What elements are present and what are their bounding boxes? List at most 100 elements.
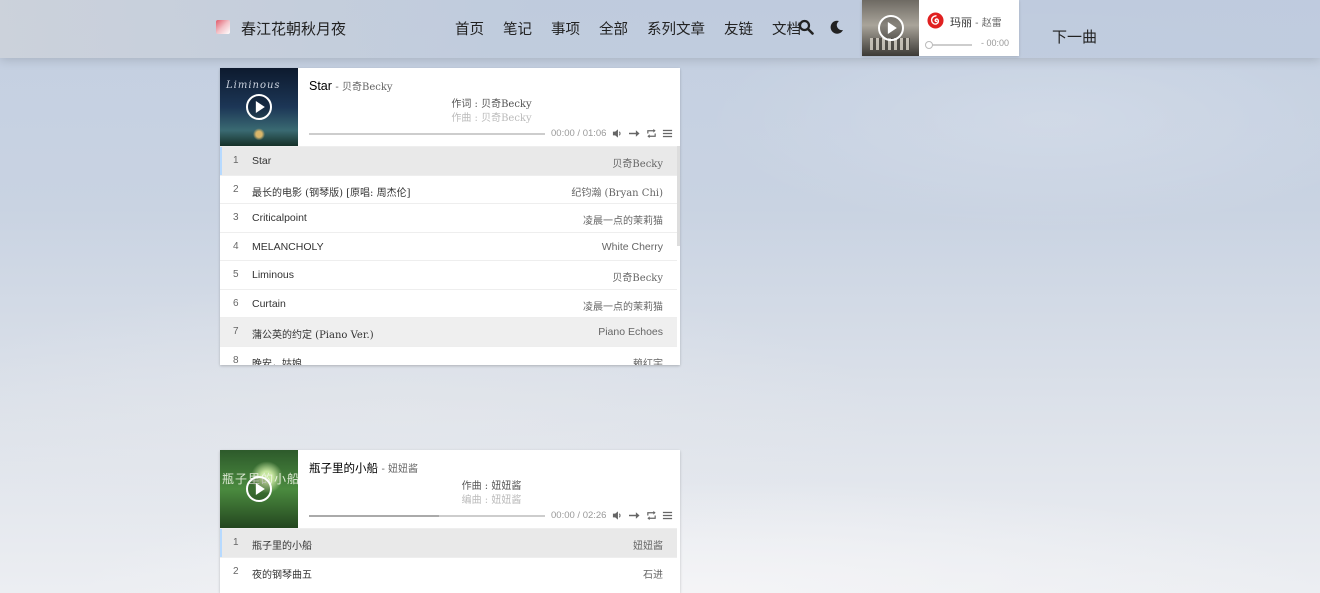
mini-progress-bar[interactable] <box>928 44 972 46</box>
track-name: 瓶子里的小船 <box>252 541 312 552</box>
track-name: 蒲公英的约定 (Piano Ver.) <box>252 330 374 341</box>
track-name: Liminous <box>252 269 295 281</box>
music-player-1: Liminous Star - 贝奇Becky 作词 : 贝奇Becky 作曲 … <box>220 68 680 365</box>
track-artist: Piano Echoes <box>598 326 663 338</box>
progress-bar[interactable] <box>309 133 545 135</box>
playlist-row[interactable]: 8 晚安，姑娘 赖红宇 <box>220 345 677 366</box>
time-display: 00:00 / 02:26 <box>551 510 607 521</box>
track-artist: 贝奇Becky <box>612 159 663 170</box>
track-artist: 凌晨一点的茉莉猫 <box>583 301 663 313</box>
track-index: 1 <box>233 537 239 548</box>
track-index: 4 <box>233 240 239 252</box>
playlist-row[interactable]: 6 Curtain 凌晨一点的茉莉猫 <box>220 288 677 318</box>
playlist-row[interactable]: 4 MELANCHOLY White Cherry <box>220 231 677 261</box>
lyrics: 作词 : 贝奇Becky 作曲 : 贝奇Becky <box>309 98 674 124</box>
song-title-line: Star - 贝奇Becky <box>309 79 393 93</box>
playlist-row[interactable]: 2 最长的电影 (钢琴版) [原唱: 周杰伦] 纪钧瀚 (Bryan Chi) <box>220 174 677 204</box>
lyric-line-current: 作词 : 贝奇Becky <box>451 99 532 110</box>
nav-item-docs[interactable]: 文档 <box>772 18 801 39</box>
nav-item-series[interactable]: 系列文章 <box>647 18 705 39</box>
playlist-row[interactable]: 5 Liminous 贝奇Becky <box>220 260 677 289</box>
main-nav: 首页 笔记 事项 全部 系列文章 友链 文档 <box>455 18 820 39</box>
nav-item-home[interactable]: 首页 <box>455 18 484 39</box>
netease-music-icon <box>927 12 944 29</box>
song-title: Star <box>309 79 332 93</box>
music-player-2: 瓶子里的小船 瓶子里的小船 - 妞妞酱 作曲 : 妞妞酱 编曲 : 妞妞酱 00… <box>220 450 680 593</box>
playlist-row[interactable]: 3 Criticalpoint 凌晨一点的茉莉猫 <box>220 203 677 232</box>
playlist-row[interactable]: 1 Star 贝奇Becky <box>220 146 677 175</box>
loop-icon[interactable] <box>646 510 657 521</box>
track-index: 2 <box>233 565 239 577</box>
song-author: 贝奇Becky <box>341 82 393 93</box>
mini-play-icon[interactable] <box>878 15 904 41</box>
track-name: 最长的电影 (钢琴版) [原唱: 周杰伦] <box>252 187 411 199</box>
track-index: 7 <box>233 326 239 337</box>
album-cover[interactable]: Liminous <box>220 68 298 146</box>
playlist-menu-icon[interactable] <box>662 510 673 521</box>
player-controls: 00:00 / 02:26 <box>309 508 674 522</box>
search-icon[interactable] <box>798 19 814 35</box>
mini-song-info: 玛丽 - 赵雷 <box>950 14 1002 30</box>
song-author: 妞妞酱 <box>388 464 419 475</box>
track-index: 2 <box>233 183 239 195</box>
album-cover[interactable]: 瓶子里的小船 <box>220 450 299 528</box>
moon-icon[interactable] <box>829 19 845 35</box>
playlist-row[interactable]: 7 蒲公英的约定 (Piano Ver.) Piano Echoes <box>220 317 677 346</box>
track-index: 8 <box>233 354 239 366</box>
progress-loaded <box>309 515 439 517</box>
track-name: 晚安，姑娘 <box>252 358 302 366</box>
top-header: 春江花朝秋月夜 首页 笔记 事项 全部 系列文章 友链 文档 玛丽 - 赵雷 -… <box>0 0 1320 58</box>
nav-item-links[interactable]: 友链 <box>724 18 753 39</box>
track-name: Curtain <box>252 297 286 310</box>
volume-icon[interactable] <box>612 128 623 139</box>
track-artist: 石进 <box>643 569 663 581</box>
track-name: Star <box>252 155 272 167</box>
track-artist: 凌晨一点的茉莉猫 <box>583 216 663 227</box>
nav-item-notes[interactable]: 笔记 <box>503 18 532 39</box>
track-name: Criticalpoint <box>252 212 307 224</box>
next-song-button[interactable]: 下一曲 <box>1052 26 1097 47</box>
song-title-line: 瓶子里的小船 - 妞妞酱 <box>309 461 419 475</box>
track-name: 夜的钢琴曲五 <box>252 569 312 581</box>
lyric-line-next: 作曲 : 贝奇Becky <box>451 113 532 124</box>
mini-progress-knob[interactable] <box>925 41 933 49</box>
mini-song-separator: - <box>972 18 982 29</box>
site-logo-icon[interactable] <box>216 20 230 34</box>
track-artist: 纪钧瀚 (Bryan Chi) <box>571 187 663 199</box>
track-index: 1 <box>233 155 239 166</box>
playlist: 1 瓶子里的小船 妞妞酱 2 夜的钢琴曲五 石进 <box>220 528 680 585</box>
order-icon[interactable] <box>628 510 641 521</box>
track-index: 6 <box>233 297 239 309</box>
lyrics: 作曲 : 妞妞酱 编曲 : 妞妞酱 <box>309 480 674 506</box>
time-display: 00:00 / 01:06 <box>551 128 607 139</box>
mini-song-title: 玛丽 <box>950 16 972 29</box>
progress-bar[interactable] <box>309 515 545 517</box>
track-artist: 赖红宇 <box>633 358 663 366</box>
playlist: 1 Star 贝奇Becky 2 最长的电影 (钢琴版) [原唱: 周杰伦] 纪… <box>220 146 680 365</box>
track-index: 5 <box>233 269 239 280</box>
order-icon[interactable] <box>628 128 641 139</box>
lyric-line-next: 编曲 : 妞妞酱 <box>461 495 522 506</box>
mini-song-artist: 赵雷 <box>981 18 1002 29</box>
song-info: Star - 贝奇Becky 作词 : 贝奇Becky 作曲 : 贝奇Becky <box>309 78 674 124</box>
playlist-scrollbar[interactable] <box>677 146 680 246</box>
track-artist: White Cherry <box>601 240 663 253</box>
cover-text: Liminous <box>226 80 281 91</box>
nav-item-tasks[interactable]: 事项 <box>551 18 580 39</box>
mini-time: - 00:00 <box>981 38 1010 48</box>
playlist-menu-icon[interactable] <box>662 128 673 139</box>
playlist-row[interactable]: 2 夜的钢琴曲五 石进 <box>220 556 677 586</box>
volume-icon[interactable] <box>612 510 623 521</box>
play-icon[interactable] <box>246 94 272 120</box>
loop-icon[interactable] <box>646 128 657 139</box>
lyric-line-current: 作曲 : 妞妞酱 <box>461 481 522 492</box>
nav-item-all[interactable]: 全部 <box>599 18 628 39</box>
playlist-row[interactable]: 1 瓶子里的小船 妞妞酱 <box>220 528 677 557</box>
song-info: 瓶子里的小船 - 妞妞酱 作曲 : 妞妞酱 编曲 : 妞妞酱 <box>309 460 674 506</box>
song-title: 瓶子里的小船 <box>309 461 378 475</box>
track-name: MELANCHOLY <box>252 240 324 253</box>
site-title[interactable]: 春江花朝秋月夜 <box>241 18 346 39</box>
play-icon[interactable] <box>246 476 272 502</box>
track-index: 3 <box>233 212 239 223</box>
track-artist: 妞妞酱 <box>633 541 663 552</box>
